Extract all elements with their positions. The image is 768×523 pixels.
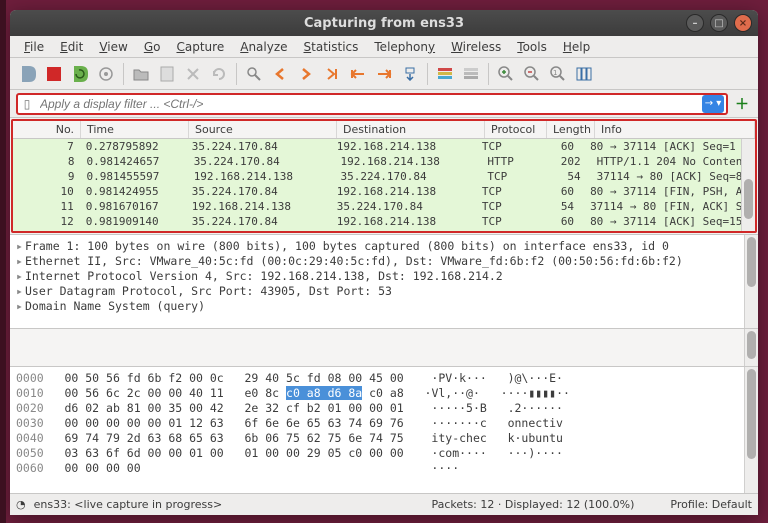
packet-details: ▸Frame 1: 100 bytes on wire (800 bits), …	[10, 234, 758, 328]
menu-file[interactable]: File	[18, 38, 50, 56]
resize-columns-button[interactable]	[572, 62, 596, 86]
menu-telephony[interactable]: Telephony	[368, 38, 441, 56]
close-button[interactable]: ×	[734, 14, 752, 32]
detail-row[interactable]: ▸Frame 1: 100 bytes on wire (800 bits), …	[16, 239, 752, 254]
col-length[interactable]: Length	[547, 121, 595, 138]
details-scrollbar[interactable]	[744, 235, 758, 328]
gap-scrollbar[interactable]	[744, 329, 758, 366]
packet-row[interactable]: 120.98190914035.224.170.84192.168.214.13…	[13, 214, 755, 229]
go-back-button[interactable]	[268, 62, 292, 86]
hex-row[interactable]: 0020 d6 02 ab 81 00 35 00 42 2e 32 cf b2…	[16, 401, 752, 416]
menu-help[interactable]: Help	[557, 38, 596, 56]
colorize-button[interactable]	[433, 62, 457, 86]
window-title: Capturing from ens33	[10, 16, 758, 31]
detail-row[interactable]: ▸Ethernet II, Src: VMware_40:5c:fd (00:0…	[16, 254, 752, 269]
col-time[interactable]: Time	[81, 121, 189, 138]
col-no[interactable]: No.	[13, 121, 81, 138]
packet-list-header: No. Time Source Destination Protocol Len…	[13, 121, 755, 139]
svg-text:1: 1	[553, 69, 557, 77]
close-file-button[interactable]	[181, 62, 205, 86]
packet-scrollbar[interactable]	[741, 139, 755, 231]
restart-capture-button[interactable]	[68, 62, 92, 86]
hex-row[interactable]: 0050 03 63 6f 6d 00 00 01 00 01 00 00 29…	[16, 446, 752, 461]
autoscroll-button[interactable]	[398, 62, 422, 86]
menu-edit[interactable]: Edit	[54, 38, 89, 56]
hex-row[interactable]: 0040 69 74 79 2d 63 68 65 63 6b 06 75 62…	[16, 431, 752, 446]
titlebar: Capturing from ens33 – □ ×	[10, 10, 758, 36]
capture-options-button[interactable]	[94, 62, 118, 86]
hex-pane: 0000 00 50 56 fd 6b f2 00 0c 29 40 5c fd…	[10, 366, 758, 493]
nocolor-button[interactable]	[459, 62, 483, 86]
packet-row[interactable]: 70.27879589235.224.170.84192.168.214.138…	[13, 139, 755, 154]
col-info[interactable]: Info	[595, 121, 755, 138]
menu-view[interactable]: View	[93, 38, 133, 56]
go-first-button[interactable]	[346, 62, 370, 86]
find-packet-button[interactable]	[242, 62, 266, 86]
menu-tools[interactable]: Tools	[511, 38, 553, 56]
go-forward-button[interactable]	[294, 62, 318, 86]
menubar: File Edit View Go Capture Analyze Statis…	[10, 36, 758, 58]
status-profile[interactable]: Profile: Default	[670, 498, 752, 511]
menu-analyze[interactable]: Analyze	[234, 38, 293, 56]
menu-go[interactable]: Go	[138, 38, 167, 56]
maximize-button[interactable]: □	[710, 14, 728, 32]
filter-bar: ▯ → ▾ ＋	[10, 90, 758, 118]
packet-row[interactable]: 100.98142495535.224.170.84192.168.214.13…	[13, 184, 755, 199]
open-file-button[interactable]	[129, 62, 153, 86]
status-counts: Packets: 12 · Displayed: 12 (100.0%)	[431, 498, 634, 511]
detail-row[interactable]: ▸User Datagram Protocol, Src Port: 43905…	[16, 284, 752, 299]
go-last-button[interactable]	[372, 62, 396, 86]
reload-button[interactable]	[207, 62, 231, 86]
display-filter-input[interactable]	[36, 97, 702, 111]
hex-row[interactable]: 0060 00 00 00 00 ····	[16, 461, 752, 476]
hex-row[interactable]: 0000 00 50 56 fd 6b f2 00 0c 29 40 5c fd…	[16, 371, 752, 386]
packet-list: No. Time Source Destination Protocol Len…	[11, 119, 757, 233]
status-interface: ens33: <live capture in progress>	[34, 498, 223, 511]
menu-wireless[interactable]: Wireless	[445, 38, 507, 56]
zoom-in-button[interactable]	[494, 62, 518, 86]
add-filter-button[interactable]: ＋	[732, 94, 752, 114]
packet-row[interactable]: 110.981670167192.168.214.13835.224.170.8…	[13, 199, 755, 214]
menu-capture[interactable]: Capture	[170, 38, 230, 56]
start-capture-button[interactable]	[16, 62, 40, 86]
splitter-gap	[10, 328, 758, 366]
go-to-packet-button[interactable]	[320, 62, 344, 86]
packet-row[interactable]: 80.98142465735.224.170.84192.168.214.138…	[13, 154, 755, 169]
app-window: Capturing from ens33 – □ × File Edit Vie…	[10, 10, 758, 515]
zoom-reset-button[interactable]: 1	[546, 62, 570, 86]
hex-scrollbar[interactable]	[744, 367, 758, 493]
col-destination[interactable]: Destination	[337, 121, 485, 138]
zoom-out-button[interactable]	[520, 62, 544, 86]
apply-filter-button[interactable]: → ▾	[702, 95, 724, 113]
col-source[interactable]: Source	[189, 121, 337, 138]
status-ready-icon: ◔	[16, 498, 26, 511]
toolbar: 1	[10, 58, 758, 90]
hex-row[interactable]: 0010 00 56 6c 2c 00 00 40 11 e0 8c c0 a8…	[16, 386, 752, 401]
bookmark-icon[interactable]: ▯	[18, 97, 36, 111]
stop-capture-button[interactable]	[42, 62, 66, 86]
detail-row[interactable]: ▸Internet Protocol Version 4, Src: 192.1…	[16, 269, 752, 284]
save-button[interactable]	[155, 62, 179, 86]
packet-row[interactable]: 90.981455597192.168.214.13835.224.170.84…	[13, 169, 755, 184]
statusbar: ◔ ens33: <live capture in progress> Pack…	[10, 493, 758, 515]
detail-row[interactable]: ▸Domain Name System (query)	[16, 299, 752, 314]
minimize-button[interactable]: –	[686, 14, 704, 32]
hex-row[interactable]: 0030 00 00 00 00 00 01 12 63 6f 6e 6e 65…	[16, 416, 752, 431]
menu-statistics[interactable]: Statistics	[298, 38, 365, 56]
col-protocol[interactable]: Protocol	[485, 121, 547, 138]
